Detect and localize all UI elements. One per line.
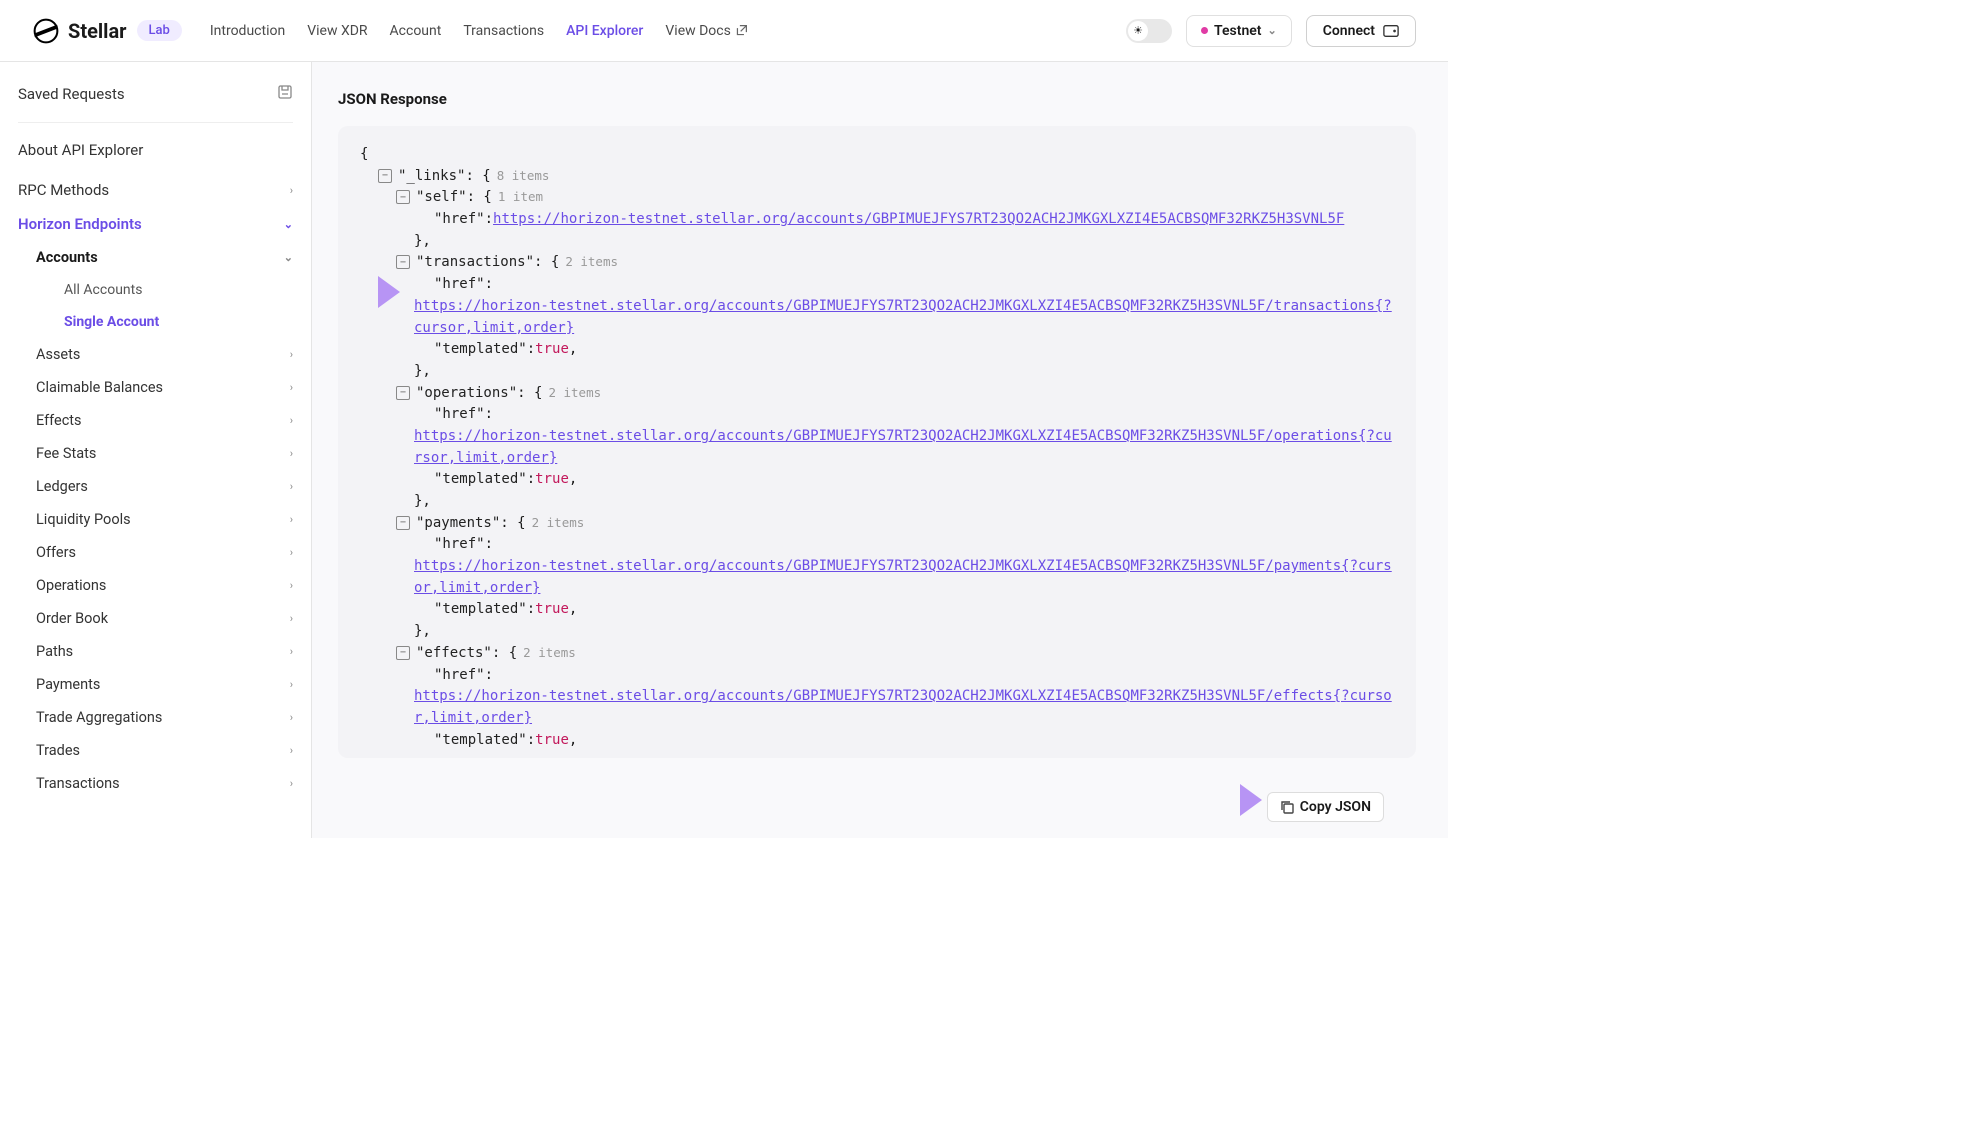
collapse-toggle[interactable]: −	[378, 169, 392, 183]
network-label: Testnet	[1214, 23, 1261, 39]
nav-account[interactable]: Account	[390, 23, 442, 39]
json-response-panel: { −"_links": {8 items −"self": {1 item "…	[338, 126, 1416, 758]
nav-introduction[interactable]: Introduction	[210, 23, 285, 39]
chevron-down-icon: ⌄	[1268, 24, 1277, 37]
sidebar-item[interactable]: Payments›	[36, 668, 293, 701]
sidebar-horizon-endpoints[interactable]: Horizon Endpoints⌄	[18, 207, 293, 241]
chevron-right-icon: ›	[290, 645, 293, 658]
saved-requests[interactable]: Saved Requests	[18, 84, 293, 123]
header-right: ☀ Testnet ⌄ Connect	[1126, 15, 1416, 47]
theme-toggle[interactable]: ☀	[1126, 19, 1172, 43]
sidebar-single-account[interactable]: Single Account	[64, 306, 293, 338]
sidebar: Saved Requests About API Explorer RPC Me…	[0, 62, 312, 838]
sidebar-item[interactable]: Claimable Balances›	[36, 371, 293, 404]
sidebar-item[interactable]: Offers›	[36, 536, 293, 569]
copy-json-button[interactable]: Copy JSON	[1267, 792, 1384, 822]
chevron-right-icon: ›	[290, 381, 293, 394]
wallet-icon	[1383, 24, 1399, 38]
copy-json-label: Copy JSON	[1300, 799, 1371, 815]
nav-view-xdr[interactable]: View XDR	[307, 23, 367, 39]
json-link[interactable]: https://horizon-testnet.stellar.org/acco…	[414, 686, 1394, 729]
sidebar-accounts[interactable]: Accounts⌄	[36, 241, 293, 274]
sidebar-item[interactable]: Trades›	[36, 734, 293, 767]
sidebar-item[interactable]: Order Book›	[36, 602, 293, 635]
sidebar-item[interactable]: Operations›	[36, 569, 293, 602]
chevron-right-icon: ›	[290, 777, 293, 790]
copy-icon	[1280, 800, 1294, 814]
collapse-toggle[interactable]: −	[396, 646, 410, 660]
collapse-toggle[interactable]: −	[396, 386, 410, 400]
about-api-explorer[interactable]: About API Explorer	[18, 141, 293, 159]
connect-label: Connect	[1323, 23, 1375, 39]
connect-button[interactable]: Connect	[1306, 15, 1416, 47]
sidebar-item[interactable]: Fee Stats›	[36, 437, 293, 470]
saved-requests-label: Saved Requests	[18, 85, 125, 103]
save-icon	[277, 84, 293, 104]
logo[interactable]: Stellar	[32, 17, 127, 45]
sidebar-item[interactable]: Effects›	[36, 404, 293, 437]
collapse-toggle[interactable]: −	[396, 516, 410, 530]
chevron-right-icon: ›	[290, 513, 293, 526]
brand-name: Stellar	[68, 19, 127, 43]
sidebar-item[interactable]: Liquidity Pools›	[36, 503, 293, 536]
annotation-arrow	[344, 270, 400, 314]
json-link[interactable]: https://horizon-testnet.stellar.org/acco…	[414, 426, 1394, 469]
network-status-dot	[1201, 27, 1208, 34]
nav-view-docs[interactable]: View Docs	[665, 23, 747, 39]
chevron-right-icon: ›	[290, 546, 293, 559]
main-content: JSON Response { −"_links": {8 items −"se…	[312, 62, 1448, 838]
chevron-down-icon: ⌄	[284, 251, 293, 264]
chevron-right-icon: ›	[290, 348, 293, 361]
chevron-right-icon: ›	[290, 711, 293, 724]
sidebar-item[interactable]: Ledgers›	[36, 470, 293, 503]
nav-view-docs-label: View Docs	[665, 23, 730, 39]
nav-api-explorer[interactable]: API Explorer	[566, 23, 643, 39]
collapse-toggle[interactable]: −	[396, 255, 410, 269]
header: Stellar Lab Introduction View XDR Accoun…	[0, 0, 1448, 62]
sidebar-item[interactable]: Assets›	[36, 338, 293, 371]
chevron-right-icon: ›	[290, 480, 293, 493]
json-link[interactable]: https://horizon-testnet.stellar.org/acco…	[414, 556, 1394, 599]
chevron-right-icon: ›	[290, 447, 293, 460]
stellar-logo-icon	[32, 17, 60, 45]
chevron-right-icon: ›	[290, 612, 293, 625]
nav-transactions[interactable]: Transactions	[463, 23, 544, 39]
top-nav: Introduction View XDR Account Transactio…	[210, 23, 748, 39]
chevron-right-icon: ›	[290, 579, 293, 592]
theme-knob-light: ☀	[1128, 21, 1148, 41]
json-link[interactable]: https://horizon-testnet.stellar.org/acco…	[414, 296, 1394, 339]
external-link-icon	[735, 24, 748, 37]
sidebar-item[interactable]: Trade Aggregations›	[36, 701, 293, 734]
sidebar-rpc-methods[interactable]: RPC Methods›	[18, 173, 293, 207]
chevron-right-icon: ›	[290, 744, 293, 757]
sidebar-all-accounts[interactable]: All Accounts	[64, 274, 293, 306]
lab-badge: Lab	[137, 20, 182, 41]
json-link[interactable]: https://horizon-testnet.stellar.org/acco…	[493, 209, 1344, 231]
chevron-right-icon: ›	[290, 184, 293, 197]
chevron-right-icon: ›	[290, 678, 293, 691]
collapse-toggle[interactable]: −	[396, 190, 410, 204]
sidebar-item[interactable]: Transactions›	[36, 767, 293, 800]
panel-title: JSON Response	[338, 90, 1416, 108]
network-selector[interactable]: Testnet ⌄	[1186, 15, 1292, 47]
sidebar-item[interactable]: Paths›	[36, 635, 293, 668]
main-layout: Saved Requests About API Explorer RPC Me…	[0, 62, 1448, 838]
annotation-arrow	[1206, 778, 1262, 822]
chevron-down-icon: ⌄	[284, 218, 293, 231]
chevron-right-icon: ›	[290, 414, 293, 427]
